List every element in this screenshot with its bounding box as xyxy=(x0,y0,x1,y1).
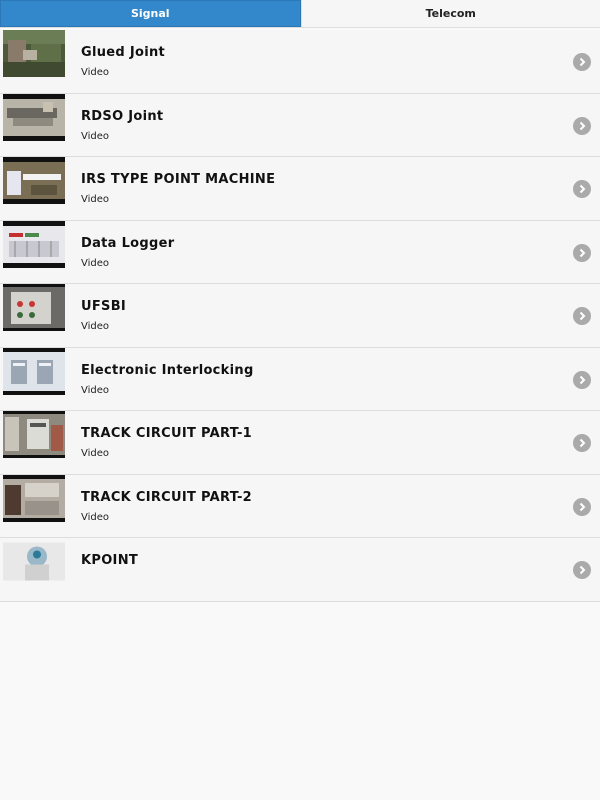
video-thumbnail xyxy=(3,220,65,268)
list-item-data-logger[interactable]: Data Logger Video xyxy=(0,220,600,284)
chevron-right-icon xyxy=(573,116,591,135)
item-title: Data Logger xyxy=(81,235,175,251)
item-subtitle: Video xyxy=(81,384,110,396)
video-thumbnail xyxy=(3,347,65,395)
item-subtitle: Video xyxy=(81,130,110,142)
item-title: IRS TYPE POINT MACHINE xyxy=(81,172,276,187)
item-title: RDSO Joint xyxy=(81,108,164,124)
list-item-kpoint[interactable]: KPOINT xyxy=(0,538,600,602)
chevron-right-icon xyxy=(573,370,591,389)
tab-signal[interactable]: Signal xyxy=(0,0,301,27)
list-item-rdso-joint[interactable]: RDSO Joint Video xyxy=(0,93,600,157)
list-item-track-circuit-part-2[interactable]: TRACK CIRCUIT PART-2 Video xyxy=(0,474,600,538)
chevron-right-icon xyxy=(573,180,591,198)
chevron-right-icon xyxy=(573,497,591,516)
chevron-right-icon xyxy=(573,561,591,579)
chevron-right-icon xyxy=(573,243,591,262)
list-item-electronic-interlocking[interactable]: Electronic Interlocking Video xyxy=(0,347,600,411)
video-thumbnail xyxy=(3,538,65,585)
item-subtitle: Video xyxy=(81,321,110,332)
item-subtitle: Video xyxy=(81,67,110,78)
list-item-glued-joint[interactable]: Glued Joint Video xyxy=(0,30,600,94)
item-subtitle: Video xyxy=(81,448,110,459)
item-title: Electronic Interlocking xyxy=(81,362,254,378)
item-title: KPOINT xyxy=(81,553,139,568)
item-subtitle: Video xyxy=(81,257,110,269)
item-title: Glued Joint xyxy=(81,45,166,60)
video-thumbnail xyxy=(3,284,65,331)
item-subtitle: Video xyxy=(81,194,110,205)
video-thumbnail xyxy=(3,30,65,77)
list-item-ufsbi[interactable]: UFSBI Video xyxy=(0,284,600,348)
video-thumbnail xyxy=(3,411,65,458)
video-list: Glued Joint Video RDSO Joint Video IRS T… xyxy=(0,30,600,602)
video-thumbnail xyxy=(3,474,65,522)
chevron-right-icon xyxy=(573,53,591,71)
tab-bar: Signal Telecom xyxy=(0,0,600,28)
list-item-track-circuit-part-1[interactable]: TRACK CIRCUIT PART-1 Video xyxy=(0,411,600,475)
video-thumbnail xyxy=(3,157,65,204)
item-title: UFSBI xyxy=(81,299,127,314)
chevron-right-icon xyxy=(573,307,591,325)
item-title: TRACK CIRCUIT PART-2 xyxy=(81,489,253,505)
item-subtitle: Video xyxy=(81,511,110,523)
chevron-right-icon xyxy=(573,434,591,452)
list-item-irs-type-point-machine[interactable]: IRS TYPE POINT MACHINE Video xyxy=(0,157,600,221)
video-thumbnail xyxy=(3,93,65,141)
item-title: TRACK CIRCUIT PART-1 xyxy=(81,426,253,441)
tab-telecom[interactable]: Telecom xyxy=(300,0,600,27)
